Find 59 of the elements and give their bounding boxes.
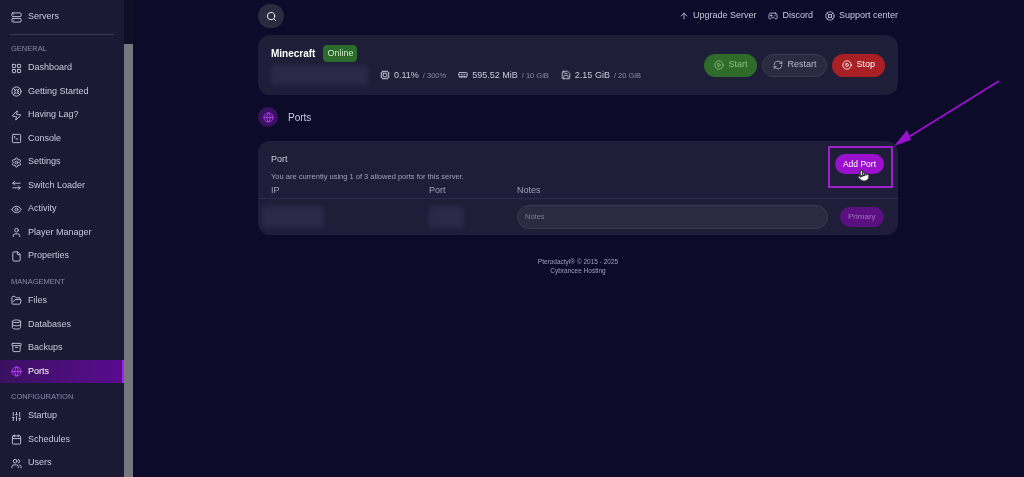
archive-icon — [11, 342, 22, 354]
lifebuoy-icon — [11, 86, 22, 97]
server-name: Minecraft — [271, 47, 316, 61]
search-button[interactable] — [258, 4, 284, 28]
settings-icon — [11, 156, 22, 168]
users-icon — [11, 457, 22, 469]
sidebar-item[interactable]: Switch Loader — [0, 173, 124, 198]
sidebar-item[interactable]: Getting Started — [0, 79, 124, 104]
sidebar-item[interactable]: Activity — [0, 197, 124, 221]
memory-icon — [458, 70, 469, 81]
arrow-up-icon — [678, 11, 689, 21]
stop-icon — [842, 60, 853, 70]
status-badge: Online — [323, 44, 358, 63]
gamepad-icon — [768, 11, 779, 21]
calendar-icon — [11, 434, 22, 445]
page-title: Ports — [288, 110, 312, 125]
column-header: IP — [271, 183, 281, 197]
cursor-icon — [857, 169, 870, 182]
sidebar-item[interactable]: Backups — [0, 336, 124, 360]
play-icon — [714, 60, 725, 70]
sidebar-item[interactable]: Databases — [0, 312, 124, 336]
restart-button[interactable]: Restart — [762, 53, 828, 77]
terminal-icon — [11, 133, 22, 144]
column-header: Notes — [517, 183, 541, 197]
lifebuoy-icon — [824, 11, 835, 21]
sidebar-item[interactable]: Files — [0, 289, 124, 313]
sidebar-item[interactable]: Users — [0, 451, 124, 475]
top-link[interactable]: Support center — [824, 9, 898, 23]
sidebar-item[interactable]: Schedules — [0, 427, 124, 452]
database-icon — [11, 318, 22, 330]
user-icon — [11, 227, 22, 238]
search-icon — [265, 10, 277, 22]
file-icon — [11, 250, 22, 262]
sidebar-item[interactable]: Startup — [0, 404, 124, 428]
sliders-icon — [11, 410, 22, 422]
lightning-icon — [11, 109, 22, 121]
column-header: Port — [429, 183, 447, 197]
stop-button[interactable]: Stop — [832, 53, 885, 77]
top-link[interactable]: Discord — [768, 9, 813, 23]
server-icon — [11, 11, 22, 23]
swap-arrows-icon — [11, 180, 22, 191]
sidebar-item[interactable]: Dashboard — [0, 56, 124, 80]
add-port-button[interactable]: Add Port — [834, 154, 884, 174]
top-link[interactable]: Upgrade Server — [678, 9, 757, 23]
highlight-frame — [828, 146, 893, 188]
refresh-icon — [773, 60, 784, 70]
sidebar-item[interactable]: Player Manager — [0, 220, 124, 245]
cpu-icon — [380, 70, 390, 81]
sidebar-item[interactable]: Properties — [0, 244, 124, 268]
folder-icon — [11, 295, 22, 307]
globe-icon — [11, 365, 22, 377]
eye-icon — [11, 203, 22, 215]
sidebar-item[interactable]: Servers — [0, 0, 124, 34]
sidebar-item[interactable]: Having Lag? — [0, 103, 124, 127]
sidebar-item[interactable]: Console — [0, 126, 124, 151]
grid-icon — [11, 62, 22, 74]
sidebar-item[interactable]: Ports — [0, 359, 124, 383]
card-title: Port — [271, 153, 289, 166]
sidebar-item[interactable]: Settings — [0, 150, 124, 174]
